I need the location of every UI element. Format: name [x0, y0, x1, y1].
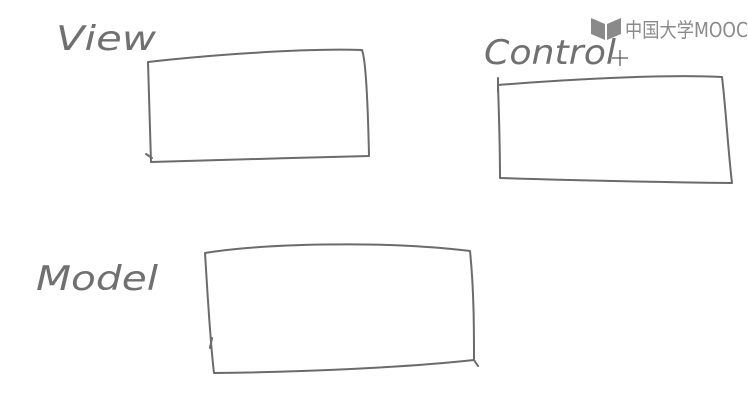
- model-label: Model: [36, 259, 159, 299]
- view-label: View: [56, 19, 156, 59]
- model-box: [204, 243, 479, 374]
- watermark-text: 中国大学MOOC: [625, 18, 748, 42]
- view-box: [145, 48, 370, 163]
- whiteboard-canvas: View Control Model 中国大学MOOC: [36, 18, 748, 374]
- control-box: [497, 75, 733, 184]
- control-label: Control: [484, 33, 617, 73]
